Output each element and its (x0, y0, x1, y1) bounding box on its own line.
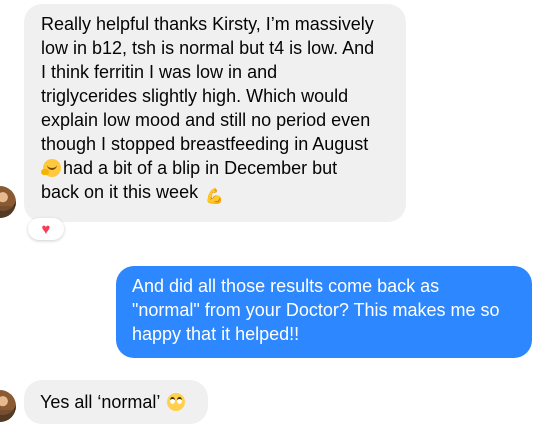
message-bubble-received[interactable]: Yes all ‘normal’ (24, 380, 208, 424)
message-bubble-sent[interactable]: And did all those results come back as "… (116, 266, 532, 358)
contact-avatar[interactable] (0, 390, 16, 422)
rolling-eyes-icon (166, 393, 185, 411)
message-line: happy that it helped!! (132, 324, 300, 344)
message-line: had a bit of a blip in December but (41, 156, 388, 180)
message-text: Yes all ‘normal’ (40, 392, 160, 412)
hugging-face-icon (41, 159, 61, 177)
message-line: "normal" from your Doctor? This makes me… (132, 300, 500, 320)
message-line: back on it this week 💪 (41, 180, 388, 206)
message-line: Really helpful thanks Kirsty, I’m massiv… (41, 14, 374, 34)
message-bubble-received[interactable]: Really helpful thanks Kirsty, I’m massiv… (24, 4, 406, 222)
message-line: though I stopped breastfeeding in August (41, 134, 369, 154)
message-text: back on it this week (41, 182, 199, 202)
flexed-biceps-icon: 💪 (205, 188, 224, 205)
contact-avatar[interactable] (0, 186, 16, 218)
message-line: triglycerides slightly high. Which would (41, 86, 349, 106)
message-line: Yes all ‘normal’ (40, 390, 194, 414)
message-text: had a bit of a blip in December but (63, 158, 338, 178)
message-line: low in b12, tsh is normal but t4 is low.… (41, 38, 375, 58)
message-line: And did all those results come back as (132, 276, 440, 296)
heart-icon: ♥ (41, 220, 51, 238)
message-line: explain low mood and still no period eve… (41, 110, 371, 130)
message-line: I think ferritin I was low in and (41, 62, 278, 82)
reaction-badge[interactable]: ♥ (28, 218, 64, 240)
